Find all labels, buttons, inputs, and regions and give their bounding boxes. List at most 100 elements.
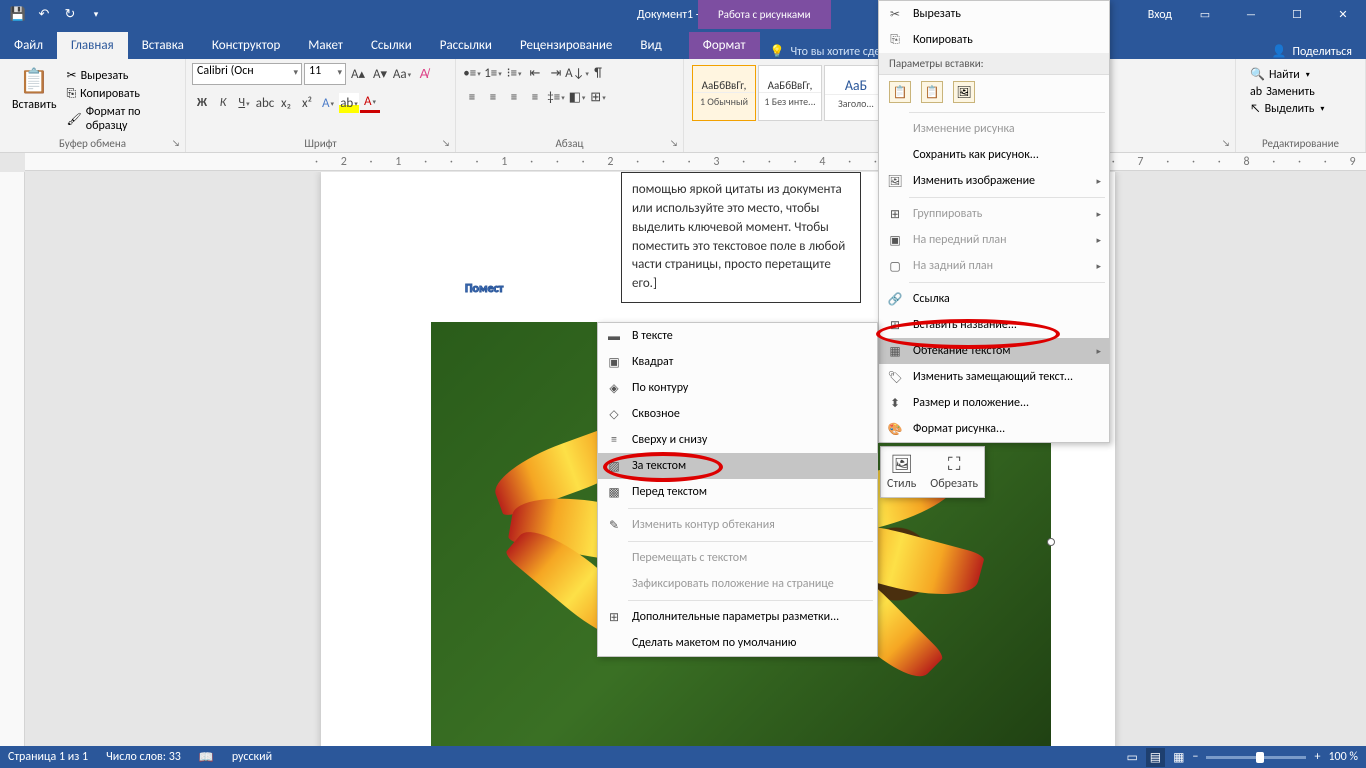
italic-icon[interactable]: К <box>213 93 233 113</box>
decrease-indent-icon[interactable]: ⇤ <box>525 63 545 83</box>
wrap-in-front[interactable]: ▩Перед текстом <box>598 479 877 505</box>
line-spacing-icon[interactable]: ‡≡ <box>546 87 566 107</box>
superscript-icon[interactable]: x² <box>297 93 317 113</box>
mini-crop-button[interactable]: ⛶Обрезать <box>930 453 978 491</box>
select-button[interactable]: ↖Выделить▾ <box>1250 102 1351 116</box>
tab-home[interactable]: Главная <box>57 32 128 59</box>
borders-icon[interactable]: ⊞ <box>588 87 608 107</box>
vertical-ruler[interactable] <box>0 172 25 746</box>
clear-format-icon[interactable]: A̸ <box>414 64 434 84</box>
tab-file[interactable]: Файл <box>0 32 57 59</box>
cut-button[interactable]: ✂Вырезать <box>63 67 179 84</box>
text-effects-icon[interactable]: A <box>318 93 338 113</box>
underline-icon[interactable]: Ч <box>234 93 254 113</box>
ctx-link[interactable]: 🔗Ссылка <box>879 286 1109 312</box>
tab-layout[interactable]: Макет <box>294 32 357 59</box>
status-spellcheck-icon[interactable]: 📖 <box>199 750 214 765</box>
style-nospacing[interactable]: АаБбВвГг,1 Без инте... <box>758 65 822 121</box>
ctx-save-as-picture[interactable]: Сохранить как рисунок... <box>879 142 1109 168</box>
shading-icon[interactable]: ◧ <box>567 87 587 107</box>
login-link[interactable]: Вход <box>1148 8 1172 22</box>
status-word-count[interactable]: Число слов: 33 <box>106 750 181 764</box>
strike-icon[interactable]: abc <box>255 93 275 113</box>
subscript-icon[interactable]: x₂ <box>276 93 296 113</box>
ribbon-options-icon[interactable]: ▭ <box>1182 0 1228 29</box>
ctx-cut[interactable]: ✂Вырезать <box>879 1 1109 27</box>
ctx-alt-text[interactable]: 🏷Изменить замещающий текст... <box>879 364 1109 390</box>
view-print-icon[interactable]: ▤ <box>1146 748 1165 767</box>
align-center-icon[interactable]: ≡ <box>483 87 503 107</box>
horizontal-ruler[interactable]: · 2 · 1 · · · 1 · · · 2 · · · 3 · · · 4 … <box>25 153 1366 171</box>
paste-keep-source-icon[interactable]: 📋 <box>889 81 911 103</box>
status-page[interactable]: Страница 1 из 1 <box>8 750 88 764</box>
ctx-change-picture[interactable]: 🖼Изменить изображение▸ <box>879 168 1109 194</box>
share-button[interactable]: 👤Поделиться <box>1258 44 1366 59</box>
tab-review[interactable]: Рецензирование <box>506 32 626 59</box>
styles-launcher-icon[interactable]: ↘ <box>1219 136 1233 150</box>
wrap-square[interactable]: ▣Квадрат <box>598 349 877 375</box>
sort-icon[interactable]: A↓ <box>567 63 587 83</box>
zoom-slider[interactable] <box>1206 756 1306 759</box>
align-right-icon[interactable]: ≡ <box>504 87 524 107</box>
mini-style-button[interactable]: 🖼Стиль <box>887 453 916 491</box>
undo-icon[interactable]: ↶ <box>32 3 56 27</box>
copy-button[interactable]: ⎘Копировать <box>63 86 179 102</box>
replace-button[interactable]: abЗаменить <box>1250 85 1351 99</box>
font-color-icon[interactable]: A <box>360 93 380 113</box>
multilevel-icon[interactable]: ⁝≡ <box>504 63 524 83</box>
style-normal[interactable]: АаБбВвГг,1 Обычный <box>692 65 756 121</box>
zoom-in-icon[interactable]: + <box>1314 750 1320 764</box>
ctx-size-position[interactable]: ⬍Размер и положение... <box>879 390 1109 416</box>
ctx-copy[interactable]: ⎘Копировать <box>879 27 1109 53</box>
shrink-font-icon[interactable]: A▾ <box>370 64 390 84</box>
paste-merge-icon[interactable]: 📋 <box>921 81 943 103</box>
maximize-icon[interactable]: ☐ <box>1274 0 1320 29</box>
close-icon[interactable]: ✕ <box>1320 0 1366 29</box>
tab-mailings[interactable]: Рассылки <box>426 32 506 59</box>
highlight-icon[interactable]: ab <box>339 93 359 113</box>
tab-insert[interactable]: Вставка <box>128 32 198 59</box>
minimize-icon[interactable]: — <box>1228 0 1274 29</box>
find-button[interactable]: 🔍Найти▾ <box>1250 67 1351 82</box>
view-web-icon[interactable]: ▦ <box>1173 750 1184 765</box>
wrap-behind-text[interactable]: ▨За текстом <box>598 453 877 479</box>
selection-handle[interactable] <box>1047 538 1055 546</box>
bullets-icon[interactable]: •≡ <box>462 63 482 83</box>
paragraph-launcher-icon[interactable]: ↘ <box>667 136 681 150</box>
align-left-icon[interactable]: ≡ <box>462 87 482 107</box>
change-case-icon[interactable]: Aa <box>392 64 412 84</box>
paste-button[interactable]: 📋 Вставить <box>6 63 63 116</box>
format-painter-button[interactable]: 🖌Формат по образцу <box>63 104 179 134</box>
tab-format[interactable]: Формат <box>689 32 760 59</box>
wrap-through[interactable]: ◇Сквозное <box>598 401 877 427</box>
tab-design[interactable]: Конструктор <box>198 32 294 59</box>
font-name-select[interactable]: Calibri (Осн <box>192 63 302 85</box>
font-size-select[interactable]: 11 <box>304 63 346 85</box>
wrap-top-bottom[interactable]: ≡Сверху и снизу <box>598 427 877 453</box>
text-box[interactable]: помощью яркой цитаты из документа или ис… <box>621 172 861 303</box>
show-marks-icon[interactable]: ¶ <box>588 63 608 83</box>
zoom-level[interactable]: 100 % <box>1328 750 1358 764</box>
increase-indent-icon[interactable]: ⇥ <box>546 63 566 83</box>
save-icon[interactable]: 💾 <box>6 3 30 27</box>
qat-customize-icon[interactable]: ▾ <box>84 3 108 27</box>
clipboard-launcher-icon[interactable]: ↘ <box>169 136 183 150</box>
status-language[interactable]: русский <box>232 750 272 764</box>
ctx-insert-caption[interactable]: ⊞Вставить название... <box>879 312 1109 338</box>
view-read-icon[interactable]: ▭ <box>1126 750 1137 765</box>
paste-picture-icon[interactable]: 🖼 <box>953 81 975 103</box>
numbering-icon[interactable]: 1≡ <box>483 63 503 83</box>
justify-icon[interactable]: ≡ <box>525 87 545 107</box>
ctx-wrap-text[interactable]: ▦Обтекание текстом▸ <box>879 338 1109 364</box>
tab-references[interactable]: Ссылки <box>357 32 426 59</box>
zoom-out-icon[interactable]: − <box>1192 750 1198 764</box>
bold-icon[interactable]: Ж <box>192 93 212 113</box>
wrap-tight[interactable]: ◈По контуру <box>598 375 877 401</box>
tab-view[interactable]: Вид <box>626 32 675 59</box>
wrap-inline[interactable]: ▬В тексте <box>598 323 877 349</box>
wrap-more-options[interactable]: ⊞Дополнительные параметры разметки... <box>598 604 877 630</box>
wrap-set-default[interactable]: Сделать макетом по умолчанию <box>598 630 877 656</box>
font-launcher-icon[interactable]: ↘ <box>439 136 453 150</box>
redo-icon[interactable]: ↻ <box>58 3 82 27</box>
ctx-format-picture[interactable]: 🎨Формат рисунка... <box>879 416 1109 442</box>
